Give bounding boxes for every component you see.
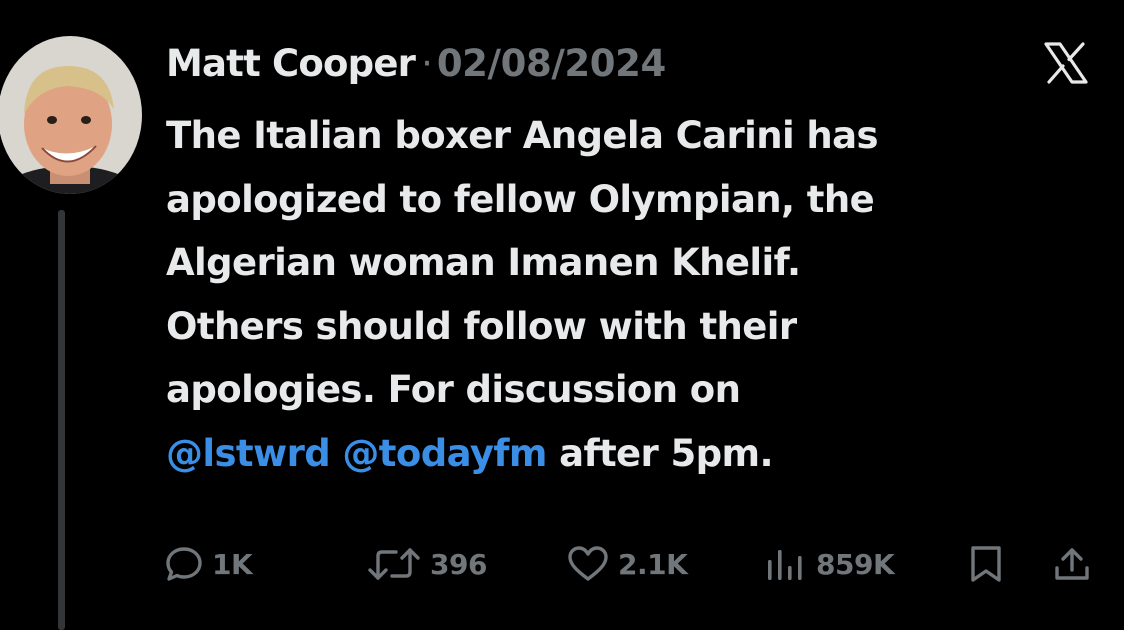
views-button[interactable]: 859K [764,536,895,592]
views-count: 859K [816,547,895,581]
like-button[interactable]: 2.1K [566,536,688,592]
share-button[interactable] [1052,536,1092,592]
tweet-text-line-mentions: @lstwrd @todayfm after 5pm. [166,422,1106,486]
tweet-text-line: Others should follow with their [166,304,797,348]
x-logo-icon[interactable] [1043,42,1089,84]
views-icon [764,544,808,584]
repost-count: 396 [430,547,487,581]
mention-link-lstwrd[interactable]: @lstwrd [166,432,331,475]
tweet-date[interactable]: 02/08/2024 [437,42,666,85]
bookmark-button[interactable] [966,536,1006,592]
tweet-text-line: Algerian woman Imanen Khelif. [166,241,801,284]
tweet-text: The Italian boxer Angela Carini has apol… [166,104,1106,485]
tweet-text-tail: after 5pm. [559,431,773,475]
tweet-card: Matt Cooper · 02/08/2024 The Italian box… [0,0,1124,630]
tweet-text-line: apologies. For discussion on [166,368,741,411]
repost-icon [366,544,422,584]
reply-icon [164,544,204,584]
like-count: 2.1K [618,547,688,581]
bookmark-icon [966,544,1006,584]
action-bar: 1K 396 2.1K 859K [0,536,1124,592]
mention-link-todayfm[interactable]: @todayfm [342,432,547,475]
like-icon [566,544,610,584]
share-icon [1052,544,1092,584]
avatar[interactable] [0,36,142,194]
repost-button[interactable]: 396 [366,536,487,592]
reply-button[interactable]: 1K [164,536,253,592]
author-name[interactable]: Matt Cooper [166,42,416,85]
reply-count: 1K [212,547,253,581]
tweet-header: Matt Cooper · 02/08/2024 [166,38,666,88]
separator-dot: · [421,41,433,85]
tweet-text-line: The Italian boxer Angela Carini has [166,114,879,157]
tweet-text-line: apologized to fellow Olympian, the [166,177,875,221]
